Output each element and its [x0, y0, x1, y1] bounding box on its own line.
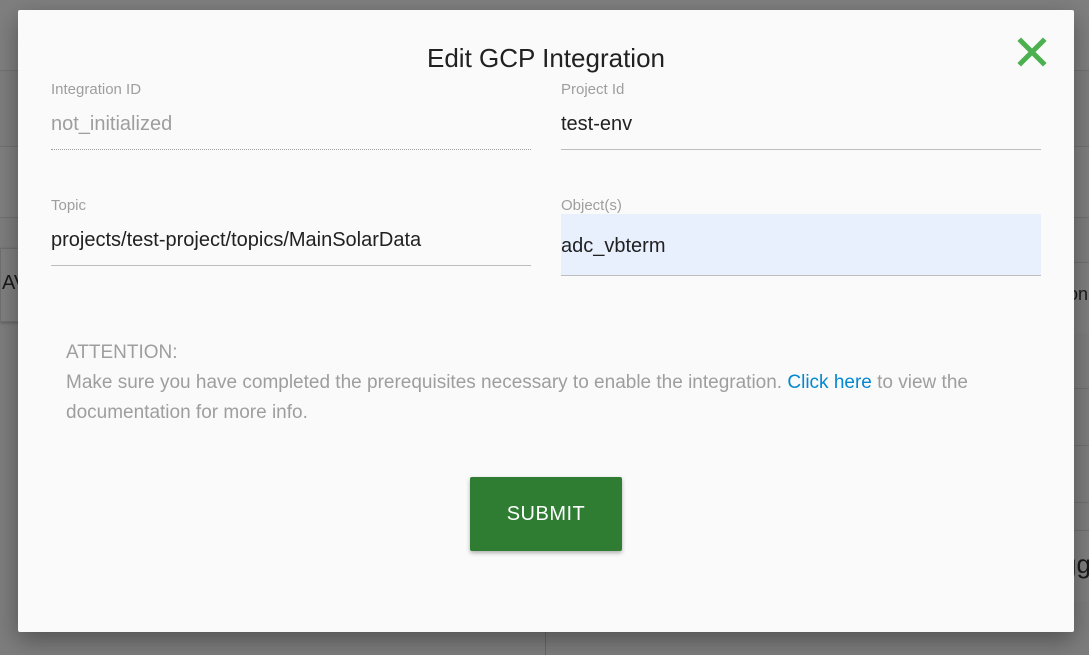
objects-field: Object(s) — [561, 196, 1041, 276]
submit-button[interactable]: SUBMIT — [470, 477, 622, 551]
documentation-link[interactable]: Click here — [787, 372, 871, 393]
integration-id-field: Integration ID — [51, 80, 531, 150]
topic-field: Topic — [51, 196, 531, 266]
attention-heading: ATTENTION: — [66, 342, 178, 363]
attention-notice: ATTENTION: Make sure you have completed … — [66, 338, 1026, 428]
project-id-label: Project Id — [561, 81, 625, 98]
topic-label: Topic — [51, 197, 87, 214]
attention-text-before: Make sure you have completed the prerequ… — [66, 372, 788, 393]
integration-id-input — [51, 100, 531, 150]
attention-message: Make sure you have completed the prerequ… — [66, 368, 1026, 428]
topic-input[interactable] — [51, 216, 531, 266]
integration-id-label: Integration ID — [51, 81, 142, 98]
close-button[interactable] — [1014, 34, 1050, 70]
dialog-title: Edit GCP Integration — [427, 43, 665, 73]
project-id-input[interactable] — [561, 100, 1041, 150]
close-x-icon — [1017, 37, 1047, 67]
project-id-field: Project Id — [561, 80, 1041, 150]
objects-label: Object(s) — [561, 197, 622, 214]
objects-input[interactable] — [561, 214, 1041, 276]
edit-gcp-integration-dialog: Edit GCP Integration Integration ID Proj… — [18, 10, 1074, 632]
